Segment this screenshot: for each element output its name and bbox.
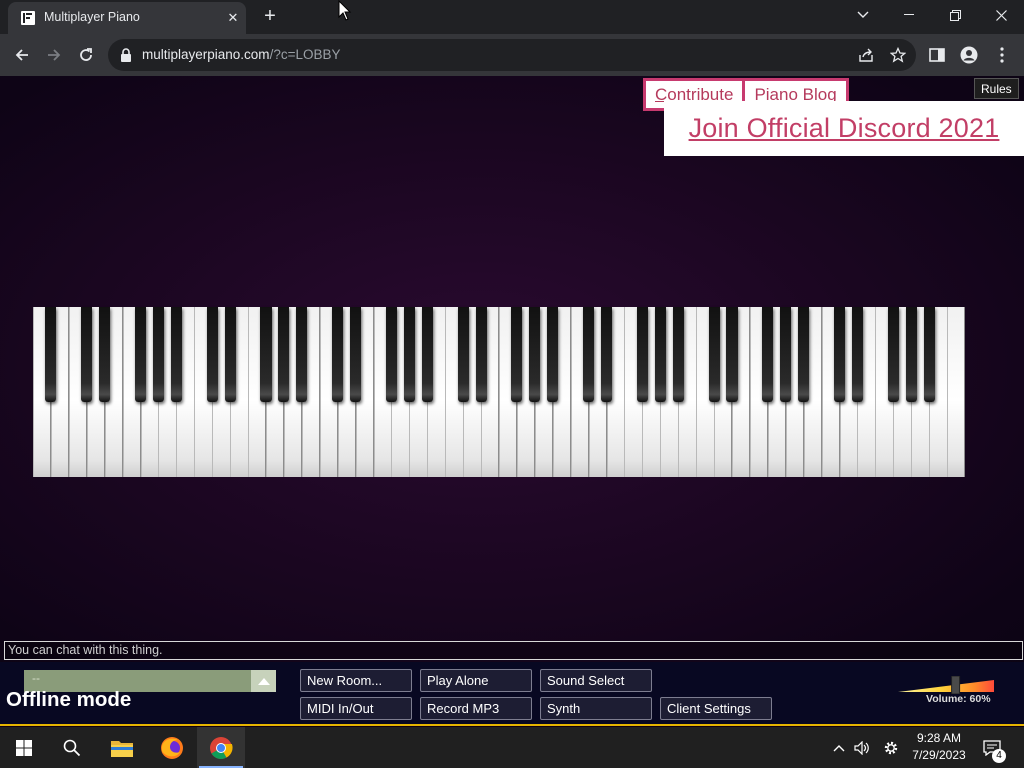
room-select-arrow-icon[interactable] [251, 670, 276, 692]
piano-black-key[interactable] [45, 307, 57, 402]
piano-black-key[interactable] [923, 307, 935, 402]
piano-black-key[interactable] [421, 307, 433, 402]
piano-black-key[interactable] [547, 307, 559, 402]
tab-search-icon[interactable] [840, 0, 886, 30]
mpp-favicon-icon [21, 11, 35, 25]
volume-slider[interactable] [898, 676, 994, 694]
show-hidden-icons-icon[interactable] [828, 727, 850, 768]
piano-black-key[interactable] [636, 307, 648, 402]
forward-icon[interactable] [42, 43, 66, 67]
taskbar-clock[interactable]: 9:28 AM 7/29/2023 [906, 730, 972, 764]
profile-icon[interactable] [960, 46, 978, 64]
piano-black-key[interactable] [511, 307, 523, 402]
chat-input[interactable]: You can chat with this thing. [4, 641, 1023, 660]
play-alone-button[interactable]: Play Alone [420, 669, 532, 692]
back-icon[interactable] [10, 43, 34, 67]
new-tab-icon[interactable]: + [258, 5, 282, 29]
piano-black-key[interactable] [350, 307, 362, 402]
piano-white-key[interactable] [947, 307, 966, 477]
volume-ramp [898, 680, 994, 692]
piano-black-key[interactable] [654, 307, 666, 402]
reload-icon[interactable] [74, 43, 98, 67]
piano-black-key[interactable] [152, 307, 164, 402]
windows-start-icon[interactable] [0, 727, 48, 768]
piano-black-key[interactable] [260, 307, 272, 402]
offline-status: Offline mode [6, 688, 132, 711]
piano-black-key[interactable] [600, 307, 613, 402]
client-settings-button[interactable]: Client Settings [660, 697, 772, 720]
discord-banner: Join Official Discord 2021 [664, 101, 1024, 156]
piano-black-key[interactable] [529, 307, 541, 402]
mouse-cursor-icon [338, 0, 352, 21]
piano-black-key[interactable] [851, 307, 863, 402]
synth-button[interactable]: Synth [540, 697, 652, 720]
tab-title: Multiplayer Piano [44, 10, 140, 24]
windows-taskbar: 9:28 AM 7/29/2023 [0, 727, 1024, 768]
firefox-icon[interactable] [148, 727, 196, 768]
bookmark-star-icon[interactable] [890, 47, 906, 63]
piano-black-key[interactable] [206, 307, 218, 402]
room-select-value: -- [32, 671, 40, 685]
piano-black-key[interactable] [332, 307, 344, 402]
record-mp3-button[interactable]: Record MP3 [420, 697, 532, 720]
piano-black-key[interactable] [81, 307, 93, 402]
taskbar-search-icon[interactable] [48, 727, 96, 768]
speaker-icon[interactable] [851, 727, 873, 768]
more-menu-icon[interactable] [993, 46, 1011, 64]
side-panel-icon[interactable] [928, 46, 946, 64]
url-path: /?c=LOBBY [269, 47, 341, 62]
piano-black-key[interactable] [708, 307, 720, 402]
piano-black-key[interactable] [385, 307, 397, 402]
browser-toolbar: multiplayerpiano.com/?c=LOBBY [0, 34, 1024, 76]
piano-black-key[interactable] [726, 307, 738, 402]
piano-black-key[interactable] [887, 307, 899, 402]
piano-black-key[interactable] [134, 307, 147, 402]
volume-knob[interactable] [951, 676, 961, 694]
piano-black-key[interactable] [905, 307, 917, 402]
control-bar: -- Offline mode New Room... Play Alone S… [0, 662, 1024, 726]
clock-time: 9:28 AM [916, 731, 962, 745]
share-icon[interactable] [858, 47, 874, 63]
browser-tab[interactable]: Multiplayer Piano ✕ [8, 2, 246, 34]
restore-icon[interactable] [932, 0, 978, 30]
piano-black-key[interactable] [475, 307, 487, 402]
piano-black-key[interactable] [278, 307, 290, 402]
chrome-icon[interactable] [197, 727, 245, 768]
piano-black-key[interactable] [99, 307, 111, 402]
file-explorer-icon[interactable] [98, 727, 146, 768]
page-bottom-border [0, 724, 1024, 726]
close-window-icon[interactable] [978, 0, 1024, 30]
piano-black-key[interactable] [403, 307, 415, 402]
piano-black-key[interactable] [780, 307, 792, 402]
piano-keyboard[interactable] [33, 307, 966, 477]
tab-close-icon[interactable]: ✕ [224, 9, 242, 27]
minimize-icon[interactable] [886, 0, 932, 30]
piano-black-key[interactable] [583, 307, 595, 402]
midi-button[interactable]: MIDI In/Out [300, 697, 412, 720]
discord-link[interactable]: Join Official Discord 2021 [689, 113, 1000, 144]
piano-black-key[interactable] [798, 307, 810, 402]
lock-icon[interactable] [120, 48, 132, 62]
browser-titlebar: Multiplayer Piano ✕ + [0, 0, 1024, 34]
piano-black-key[interactable] [296, 307, 308, 402]
piano-black-key[interactable] [762, 307, 774, 402]
rules-tooltip: Rules [974, 78, 1019, 99]
url-host: multiplayerpiano.com [142, 47, 270, 62]
page-content: Contribute Piano Blog Join Official Disc… [0, 76, 1024, 726]
new-room-button[interactable]: New Room... [300, 669, 412, 692]
url-text[interactable]: multiplayerpiano.com/?c=LOBBY [142, 47, 340, 62]
clock-date: 7/29/2023 [912, 748, 966, 762]
piano-black-key[interactable] [224, 307, 236, 402]
piano-black-key[interactable] [457, 307, 469, 402]
notification-count-badge: 4 [992, 749, 1006, 763]
piano-black-key[interactable] [672, 307, 684, 402]
sound-select-button[interactable]: Sound Select [540, 669, 652, 692]
settings-gear-icon[interactable] [879, 727, 903, 768]
address-bar[interactable]: multiplayerpiano.com/?c=LOBBY [108, 39, 916, 71]
volume-label: Volume: 60% [926, 693, 991, 705]
piano-black-key[interactable] [170, 307, 182, 402]
piano-black-key[interactable] [833, 307, 846, 402]
